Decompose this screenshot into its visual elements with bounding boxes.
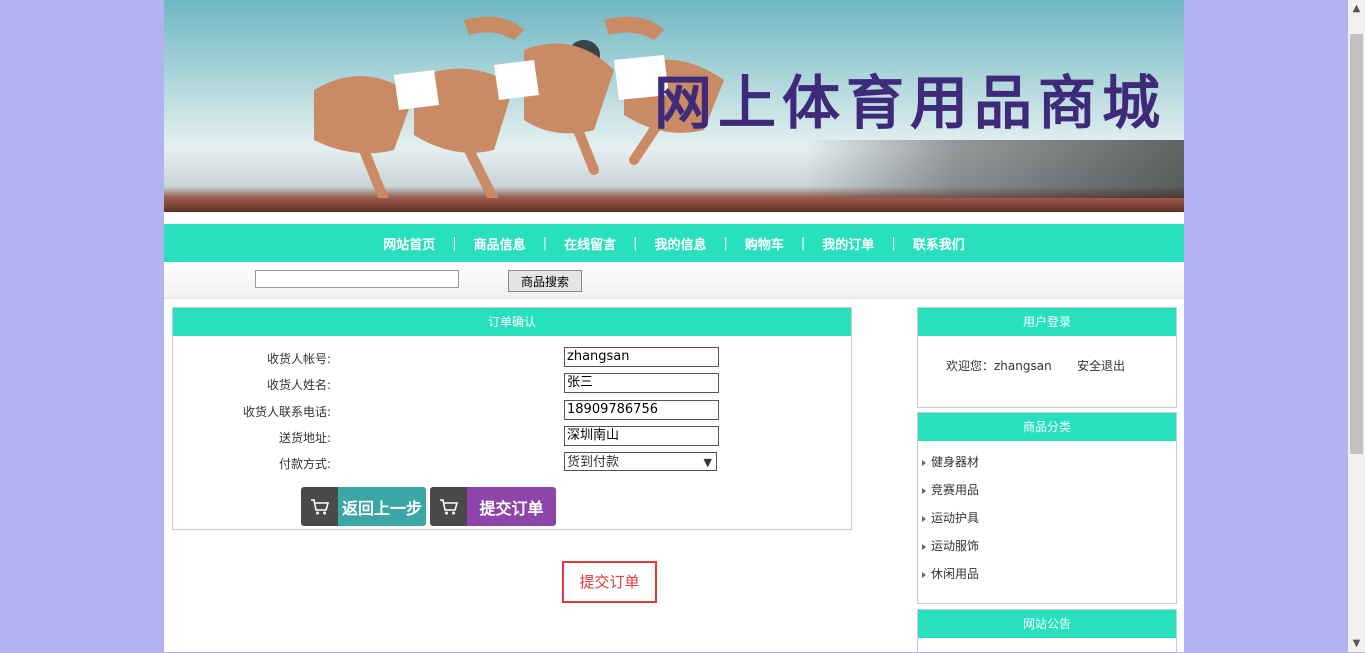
- payment-select[interactable]: 货到付款 ▼: [564, 452, 717, 471]
- payment-selected: 货到付款: [567, 455, 620, 470]
- form-row-payment: 付款方式: 货到付款 ▼: [173, 452, 851, 474]
- nav-my-orders[interactable]: 我的订单: [805, 234, 891, 253]
- form-row-name: 收货人姓名:: [173, 373, 851, 395]
- submit-order-link[interactable]: 提交订单: [562, 561, 657, 603]
- scroll-up-icon[interactable]: ▲: [1348, 0, 1365, 17]
- bullet-icon: [922, 459, 926, 466]
- nav-contact[interactable]: 联系我们: [896, 234, 982, 253]
- category-item[interactable]: 竞赛用品: [922, 477, 1176, 505]
- back-button-label: 返回上一步: [338, 487, 426, 526]
- payment-label: 付款方式:: [278, 457, 331, 471]
- nav-my-info[interactable]: 我的信息: [637, 234, 723, 253]
- category-label: 运动护具: [931, 511, 980, 525]
- nav-home[interactable]: 网站首页: [366, 234, 452, 253]
- bullet-icon: [922, 515, 926, 522]
- form-row-account: 收货人帐号:: [173, 347, 851, 369]
- search-button[interactable]: 商品搜索: [508, 270, 582, 292]
- notice-panel-title: 网站公告: [918, 610, 1176, 638]
- scroll-down-icon[interactable]: ▼: [1348, 635, 1365, 652]
- name-label: 收货人姓名:: [266, 378, 331, 392]
- category-item[interactable]: 休闲用品: [922, 561, 1176, 589]
- cart-icon: [430, 487, 467, 526]
- submit-order-button[interactable]: 提交订单: [430, 487, 556, 526]
- vertical-scrollbar[interactable]: ▲ ▼: [1348, 0, 1365, 652]
- site-banner: 网上体育用品商城: [164, 0, 1184, 212]
- form-row-phone: 收货人联系电话:: [173, 400, 851, 422]
- track-blur: [804, 140, 1184, 200]
- nav-messages[interactable]: 在线留言: [547, 234, 633, 253]
- account-field[interactable]: [564, 347, 719, 367]
- nav-products[interactable]: 商品信息: [457, 234, 543, 253]
- main-nav: 网站首页 | 商品信息 | 在线留言 | 我的信息 | 购物车 | 我的订单 |…: [164, 224, 1184, 262]
- category-label: 竞赛用品: [931, 483, 980, 497]
- scrollbar-thumb[interactable]: [1350, 34, 1363, 454]
- banner-title: 网上体育用品商城: [654, 69, 1167, 137]
- order-panel-title: 订单确认: [173, 308, 851, 336]
- nav-cart[interactable]: 购物车: [728, 234, 801, 253]
- login-panel-title: 用户登录: [918, 308, 1176, 336]
- submit-button-label: 提交订单: [467, 487, 556, 526]
- category-label: 休闲用品: [931, 567, 980, 581]
- order-confirm-panel: 订单确认 收货人帐号: 收货人姓名: 收货人联系电话: 送货地址: 付款方式: …: [172, 307, 852, 530]
- welcome-text: 欢迎您：zhangsan: [946, 359, 1052, 373]
- category-item[interactable]: 运动服饰: [922, 533, 1176, 561]
- bullet-icon: [922, 543, 926, 550]
- address-label: 送货地址:: [278, 431, 331, 445]
- category-panel: 商品分类 健身器材 竞赛用品 运动护具 运动服饰 休闲用品: [917, 412, 1177, 604]
- category-panel-title: 商品分类: [918, 413, 1176, 441]
- phone-label: 收货人联系电话:: [242, 405, 331, 419]
- notice-panel: 网站公告: [917, 609, 1177, 653]
- chevron-down-icon: ▼: [703, 456, 712, 469]
- form-row-address: 送货地址:: [173, 426, 851, 448]
- name-field[interactable]: [564, 373, 719, 393]
- category-label: 运动服饰: [931, 539, 980, 553]
- category-item[interactable]: 运动护具: [922, 505, 1176, 533]
- page: 网上体育用品商城 网站首页 | 商品信息 | 在线留言 | 我的信息 | 购物车…: [164, 0, 1184, 653]
- bullet-icon: [922, 571, 926, 578]
- search-input[interactable]: [255, 270, 459, 288]
- back-button[interactable]: 返回上一步: [301, 487, 426, 526]
- cart-icon: [301, 487, 338, 526]
- account-label: 收货人帐号:: [266, 352, 331, 366]
- address-field[interactable]: [564, 426, 719, 446]
- search-bar: 商品搜索: [164, 262, 1184, 299]
- category-label: 健身器材: [931, 455, 980, 469]
- running-track: [164, 198, 1184, 212]
- phone-field[interactable]: [564, 400, 719, 420]
- logout-link[interactable]: 安全退出: [1077, 357, 1125, 374]
- login-panel: 用户登录 欢迎您：zhangsan 安全退出: [917, 307, 1177, 408]
- bullet-icon: [922, 487, 926, 494]
- category-item[interactable]: 健身器材: [922, 449, 1176, 477]
